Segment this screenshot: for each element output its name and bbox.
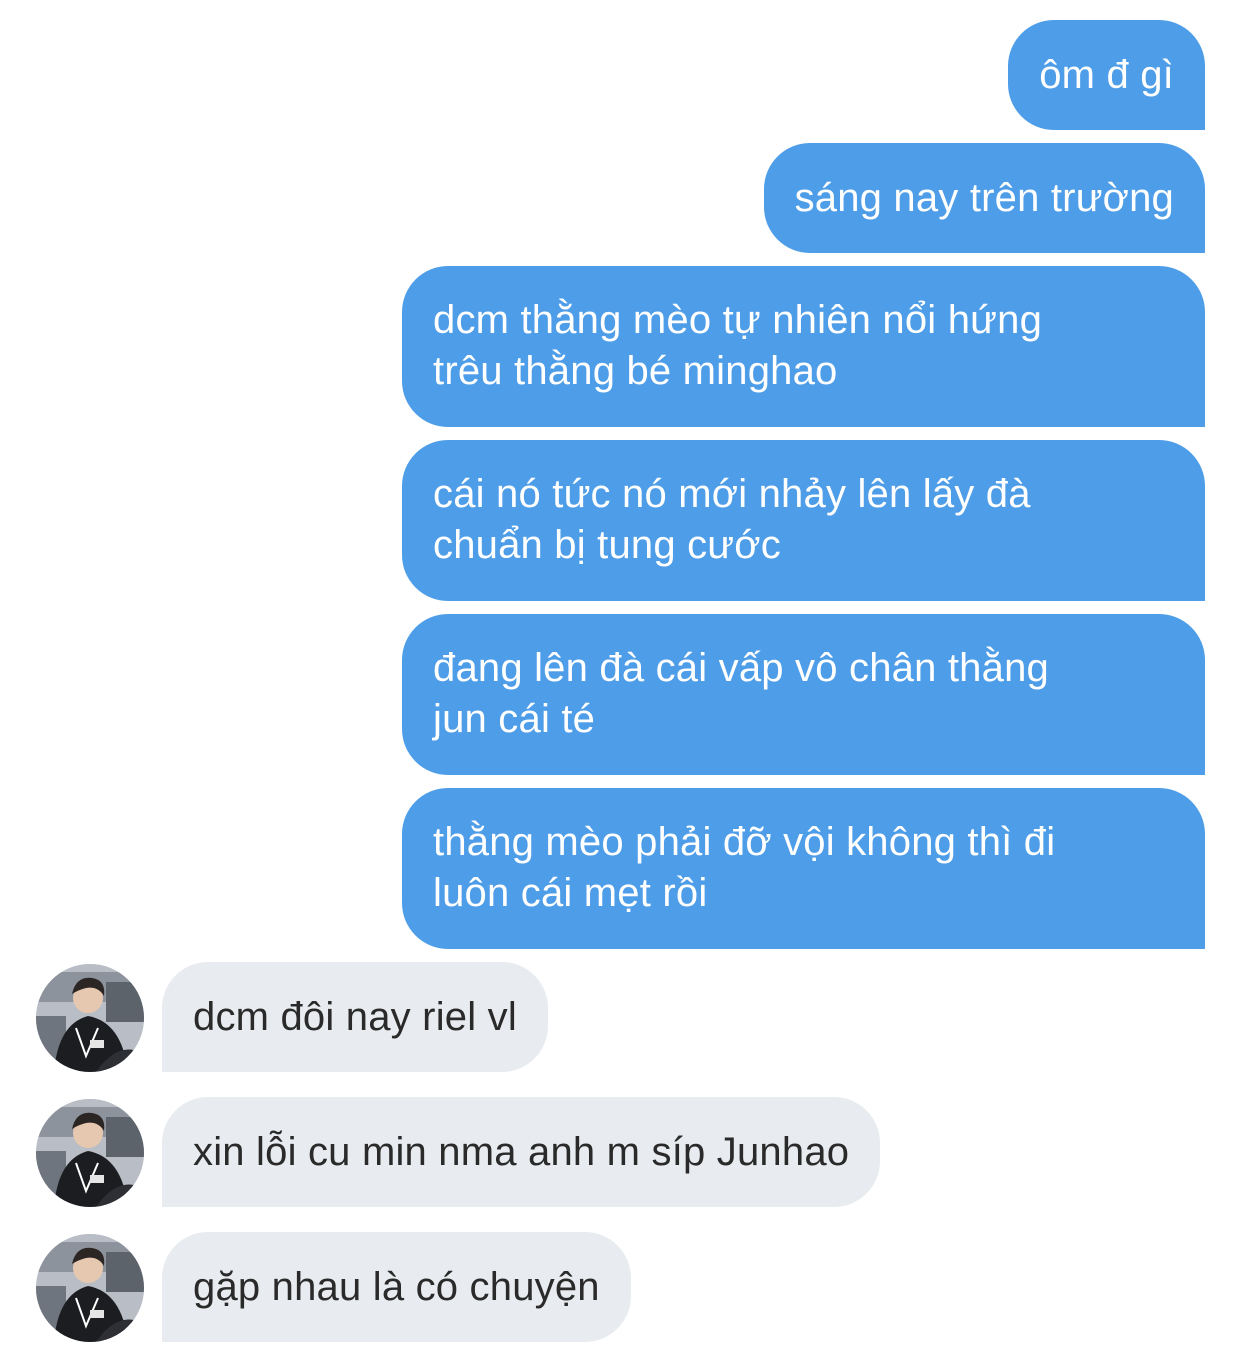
sent-message[interactable]: ôm đ gì — [1008, 20, 1205, 130]
message-thread: ôm đ gì sáng nay trên trường dcm thằng m… — [0, 0, 1242, 1371]
sent-message[interactable]: đang lên đà cái vấp vô chân thằng jun cá… — [402, 614, 1205, 775]
avatar[interactable] — [36, 964, 144, 1072]
sent-message[interactable]: cái nó tức nó mới nhảy lên lấy đà chuẩn … — [402, 440, 1205, 601]
avatar[interactable] — [36, 1099, 144, 1207]
received-message[interactable]: gặp nhau là có chuyện — [162, 1232, 631, 1342]
sent-message[interactable]: dcm thằng mèo tự nhiên nổi hứng trêu thằ… — [402, 266, 1205, 427]
sent-message[interactable]: sáng nay trên trường — [763, 143, 1205, 253]
sent-message[interactable]: thằng mèo phải đỡ vội không thì đi luôn … — [402, 788, 1205, 949]
received-message[interactable]: dcm đôi nay riel vl — [162, 962, 548, 1072]
received-message[interactable]: xin lỗi cu min nma anh m síp Junhao — [162, 1097, 881, 1207]
avatar[interactable] — [36, 1234, 144, 1342]
